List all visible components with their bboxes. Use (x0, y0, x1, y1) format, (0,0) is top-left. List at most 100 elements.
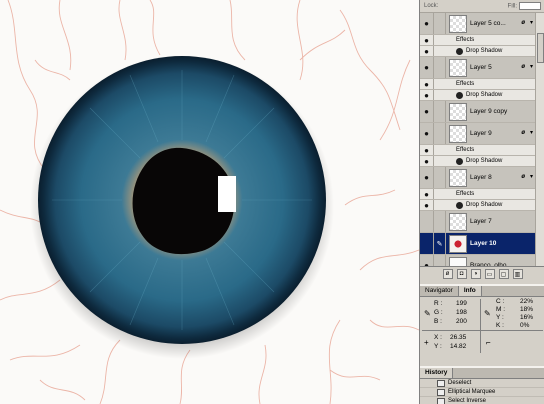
layer-effects-icon[interactable]: ø (521, 64, 525, 70)
history-item[interactable]: Select Inverse (420, 397, 544, 404)
history-step-icon (437, 398, 445, 404)
layer-effects-icon[interactable]: ø (521, 20, 525, 26)
visibility-eye-icon[interactable]: ● (420, 189, 434, 199)
scrollbar-thumb[interactable] (537, 33, 544, 63)
info-tabs: Navigator Info (420, 286, 544, 297)
selection-size-icon: ⌐ (486, 338, 491, 347)
new-layer-icon[interactable]: ▢ (498, 269, 509, 279)
expand-caret-icon[interactable]: ▾ (530, 63, 533, 70)
visibility-eye-icon[interactable]: ● (420, 57, 434, 78)
layer-row[interactable]: ● Layer 8 ▾ ø (420, 167, 535, 189)
info-panel: Navigator Info ✎ R : 199 G : 198 B : 200… (420, 284, 544, 354)
layer-thumbnail (449, 169, 467, 187)
c-label: C : (496, 298, 505, 305)
y-value: 14.82 (450, 343, 467, 350)
link-icon[interactable] (434, 167, 446, 188)
lock-label: Lock: (424, 3, 439, 9)
k-label: K : (496, 322, 504, 329)
visibility-eye-icon[interactable]: ● (420, 46, 434, 56)
expand-caret-icon[interactable]: ▾ (530, 19, 533, 26)
layer-thumbnail (449, 59, 467, 77)
layer-name: Layer 8 (470, 174, 492, 181)
x-value: 26.35 (450, 334, 467, 341)
visibility-eye-icon[interactable]: ● (420, 145, 434, 155)
layer-name: Layer 5 (470, 64, 492, 71)
effects-header-row[interactable]: ● Effects (420, 79, 535, 90)
layer-row[interactable]: ● Layer 9 ▾ ø (420, 123, 535, 145)
history-item[interactable]: Deselect (420, 379, 544, 388)
eye-artwork (0, 0, 419, 404)
r-value: 199 (456, 300, 467, 307)
effect-row[interactable]: ● Drop Shadow (420, 90, 535, 101)
visibility-eye-icon[interactable]: ● (420, 101, 434, 122)
x-label: X : (434, 334, 442, 341)
eyedropper-icon: ✎ (424, 309, 431, 318)
link-icon[interactable] (434, 101, 446, 122)
effect-row[interactable]: ● Drop Shadow (420, 200, 535, 211)
layer-row[interactable]: ● Layer 5 co... ▾ ø (420, 13, 535, 35)
visibility-eye-icon[interactable] (420, 211, 434, 232)
effect-row[interactable]: ● Drop Shadow (420, 156, 535, 167)
layer-style-icon[interactable]: ø (442, 269, 453, 279)
layer-row[interactable]: Layer 7 (420, 211, 535, 233)
expand-caret-icon[interactable]: ▾ (530, 173, 533, 180)
effect-row[interactable]: ● Drop Shadow (420, 46, 535, 57)
fill-input[interactable] (519, 2, 541, 10)
history-item[interactable]: Elliptical Marquee (420, 388, 544, 397)
adjustment-icon[interactable]: ◑ (470, 269, 481, 279)
visibility-eye-icon[interactable]: ● (420, 35, 434, 45)
layer-thumbnail (449, 213, 467, 231)
layer-row[interactable]: ● Layer 5 ▾ ø (420, 57, 535, 79)
tab-info[interactable]: Info (458, 286, 482, 296)
b-label: B : (434, 318, 442, 325)
link-icon[interactable] (434, 13, 446, 34)
palette-panels: Lock: Fill: ● Layer 5 co... ▾ ø ● Effects ● Dro… (419, 0, 544, 404)
tab-history[interactable]: History (420, 368, 454, 378)
effect-icon (456, 158, 463, 165)
history-step-icon (437, 389, 445, 396)
layers-scrollbar[interactable] (535, 13, 544, 266)
effects-header-row[interactable]: ● Effects (420, 189, 535, 200)
visibility-eye-icon[interactable]: ● (420, 90, 434, 100)
visibility-eye-icon[interactable]: ● (420, 13, 434, 34)
effect-name: Drop Shadow (466, 48, 503, 54)
layer-effects-icon[interactable]: ø (521, 130, 525, 136)
effect-name: Drop Shadow (466, 92, 503, 98)
m-value: 18% (520, 306, 534, 313)
effects-header-row[interactable]: ● Effects (420, 145, 535, 156)
visibility-eye-icon[interactable]: ● (420, 167, 434, 188)
visibility-eye-icon[interactable]: ● (420, 79, 434, 89)
effect-icon (456, 48, 463, 55)
info-readout: ✎ R : 199 G : 198 B : 200 ✎ C : 22% M : … (420, 297, 544, 355)
tab-navigator[interactable]: Navigator (420, 286, 459, 296)
visibility-eye-icon[interactable]: ● (420, 156, 434, 166)
layer-row[interactable]: ✎ Layer 10 (420, 233, 535, 255)
eyedropper-icon: ✎ (484, 309, 491, 318)
effects-header-row[interactable]: ● Effects (420, 35, 535, 46)
layer-thumbnail (449, 103, 467, 121)
link-icon[interactable] (434, 123, 446, 144)
effects-label: Effects (456, 191, 475, 197)
history-tabs: History (420, 368, 544, 379)
layer-row[interactable]: ● Layer 9 copy (420, 101, 535, 123)
effects-label: Effects (456, 81, 475, 87)
g-label: G : (434, 309, 443, 316)
info-divider (480, 299, 481, 353)
visibility-eye-icon[interactable]: ● (420, 123, 434, 144)
k-value: 0% (520, 322, 530, 329)
mask-icon[interactable]: ◘ (456, 269, 467, 279)
layer-list: ● Layer 5 co... ▾ ø ● Effects ● Drop Shadow ● Lay… (420, 13, 535, 277)
effect-icon (456, 202, 463, 209)
document-canvas[interactable] (0, 0, 419, 404)
history-item-label: Elliptical Marquee (448, 389, 496, 395)
visibility-eye-icon[interactable] (420, 233, 434, 254)
link-icon[interactable] (434, 211, 446, 232)
folder-icon[interactable]: ▭ (484, 269, 495, 279)
link-icon[interactable] (434, 57, 446, 78)
trash-icon[interactable]: ▥ (512, 269, 523, 279)
layer-effects-icon[interactable]: ø (521, 174, 525, 180)
expand-caret-icon[interactable]: ▾ (530, 129, 533, 136)
y-label: Y : (496, 314, 504, 321)
brush-icon[interactable]: ✎ (434, 233, 446, 254)
visibility-eye-icon[interactable]: ● (420, 200, 434, 210)
